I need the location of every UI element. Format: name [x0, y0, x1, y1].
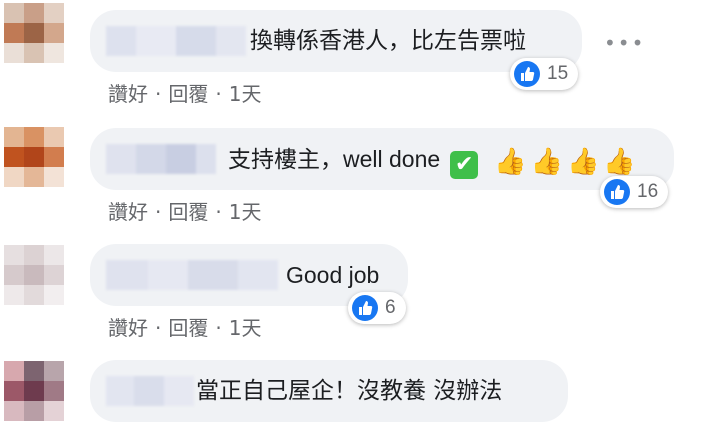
reply-link[interactable]: 回覆	[168, 200, 208, 224]
comment-actions: 讚好 · 回覆 · 1天	[108, 78, 261, 107]
reply-link[interactable]: 回覆	[168, 82, 208, 106]
thumbs-up-emoji: 👍	[530, 147, 563, 177]
avatar[interactable]	[4, 3, 64, 63]
separator-dot: ·	[215, 316, 222, 340]
separator-dot: ·	[155, 316, 162, 340]
like-link[interactable]: 讚好	[108, 200, 148, 224]
separator-dot: ·	[215, 82, 222, 106]
comment-actions: 讚好 · 回覆 · 1天	[108, 312, 261, 341]
comment-text: 支持樓主，well done ✔ 👍 👍 👍 👍	[228, 128, 636, 190]
comment-text: 當正自己屋企！沒教養 沒辦法	[196, 378, 503, 404]
like-link[interactable]: 讚好	[108, 316, 148, 340]
thumbs-up-icon	[352, 295, 378, 321]
separator-dot: ·	[155, 82, 162, 106]
more-options-icon[interactable]: •••	[604, 31, 645, 55]
avatar[interactable]	[4, 127, 64, 187]
avatar[interactable]	[4, 361, 64, 421]
thumbs-up-icon	[604, 179, 630, 205]
thumbs-up-icon	[514, 61, 540, 87]
comment-text-latin: well done	[343, 146, 441, 172]
commenter-name-blurred[interactable]	[106, 376, 194, 406]
commenter-name-blurred[interactable]	[106, 26, 246, 56]
like-reaction-badge[interactable]: 15	[510, 58, 579, 90]
comment-actions: 讚好 · 回覆 · 1天	[108, 196, 261, 225]
avatar[interactable]	[4, 245, 64, 305]
comment-bubble: 當正自己屋企！沒教養 沒辦法	[90, 360, 568, 422]
commenter-name-blurred[interactable]	[106, 260, 278, 290]
timestamp[interactable]: 1天	[229, 200, 262, 224]
thumbs-up-emoji: 👍	[566, 147, 600, 177]
reply-link[interactable]: 回覆	[168, 316, 208, 340]
commenter-name-blurred[interactable]	[106, 144, 216, 174]
thumbs-up-emoji: 👍	[494, 147, 527, 177]
like-count: 15	[547, 63, 569, 84]
separator-dot: ·	[215, 200, 222, 224]
like-count: 6	[385, 297, 396, 318]
like-reaction-badge[interactable]: 16	[600, 176, 669, 208]
comment-text: 換轉係香港人，比左告票啦	[250, 28, 526, 54]
like-count: 16	[637, 181, 659, 202]
check-mark-emoji: ✔	[450, 151, 479, 179]
like-link[interactable]: 讚好	[108, 82, 148, 106]
timestamp[interactable]: 1天	[229, 82, 262, 106]
comment-bubble: 換轉係香港人，比左告票啦	[90, 10, 582, 72]
separator-dot: ·	[155, 200, 162, 224]
comment-bubble: 支持樓主，well done ✔ 👍 👍 👍 👍	[90, 128, 674, 190]
comment-text-cjk: 支持樓主，	[228, 147, 343, 173]
like-reaction-badge[interactable]: 6	[348, 292, 406, 324]
timestamp[interactable]: 1天	[229, 316, 262, 340]
